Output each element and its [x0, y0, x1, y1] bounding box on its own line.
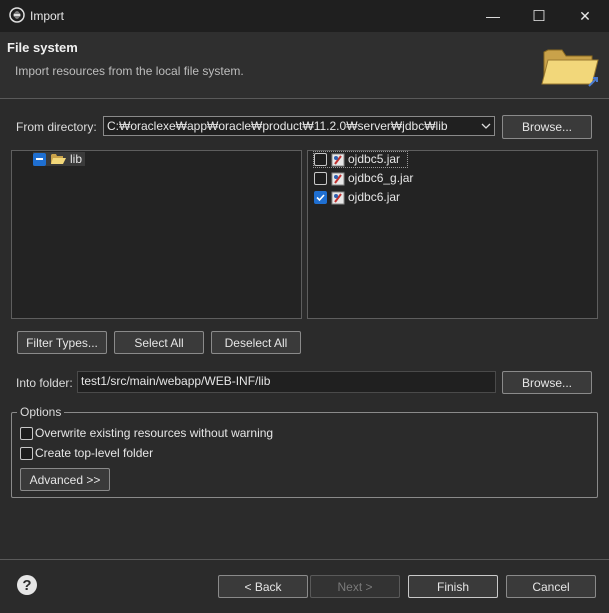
maximize-icon: ☐: [532, 8, 546, 25]
page-title: File system: [7, 40, 78, 55]
tree-item-checkbox[interactable]: [33, 153, 46, 166]
minimize-button[interactable]: —: [470, 0, 516, 32]
create-toplevel-checkbox[interactable]: [20, 447, 33, 460]
file-checkbox[interactable]: [314, 172, 327, 185]
close-button[interactable]: ✕: [562, 0, 608, 32]
overwrite-checkbox[interactable]: [20, 427, 33, 440]
minimize-icon: —: [486, 8, 500, 24]
into-folder-value: test1/src/main/webapp/WEB-INF/lib: [81, 374, 271, 388]
back-button[interactable]: < Back: [218, 575, 308, 598]
file-name: ojdbc6_g.jar: [348, 171, 414, 185]
file-checkbox-checked[interactable]: [314, 191, 327, 204]
maximize-button[interactable]: ☐: [516, 0, 562, 32]
eclipse-app-icon: [9, 7, 25, 23]
finish-button[interactable]: Finish: [408, 575, 498, 598]
create-toplevel-label: Create top-level folder: [35, 446, 154, 460]
file-checkbox[interactable]: [314, 153, 327, 166]
header-separator: [0, 98, 609, 99]
next-button[interactable]: Next >: [310, 575, 400, 598]
chevron-down-icon[interactable]: [476, 116, 495, 136]
file-name: ojdbc5.jar: [348, 152, 401, 166]
close-icon: ✕: [579, 7, 591, 24]
overwrite-label: Overwrite existing resources without war…: [35, 426, 274, 440]
folder-banner-icon: [540, 38, 602, 92]
from-directory-label: From directory:: [16, 120, 97, 134]
jar-file-icon: [331, 152, 346, 170]
from-directory-value: C:₩oraclexe₩app₩oracle₩product₩11.2.0₩se…: [107, 119, 448, 133]
open-folder-icon: [50, 152, 66, 169]
deselect-all-button[interactable]: Deselect All: [211, 331, 301, 354]
select-all-button[interactable]: Select All: [114, 331, 204, 354]
jar-file-icon: [331, 190, 346, 208]
page-description: Import resources from the local file sys…: [15, 64, 244, 78]
folder-tree-panel[interactable]: [11, 150, 302, 319]
browse-directory-button[interactable]: Browse...: [502, 115, 592, 139]
window-title: Import: [30, 9, 65, 23]
into-folder-label: Into folder:: [16, 376, 73, 390]
help-icon[interactable]: ?: [17, 575, 37, 595]
advanced-button[interactable]: Advanced >>: [20, 468, 110, 491]
file-name: ojdbc6.jar: [348, 190, 401, 204]
jar-file-icon: [331, 171, 346, 189]
filter-types-button[interactable]: Filter Types...: [17, 331, 107, 354]
cancel-button[interactable]: Cancel: [506, 575, 596, 598]
options-legend: Options: [17, 405, 65, 419]
footer-separator: [0, 559, 609, 560]
browse-folder-button[interactable]: Browse...: [502, 371, 592, 394]
tree-item-label: lib: [70, 152, 83, 166]
